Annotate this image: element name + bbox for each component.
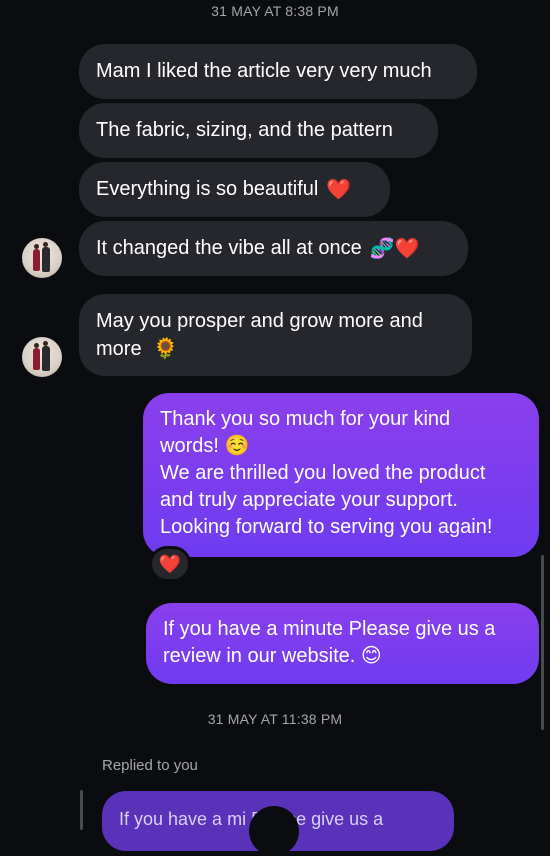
message-text-line: May you prosper and grow more and	[96, 310, 423, 332]
heart-emoji: ❤️	[326, 177, 352, 201]
timestamp: 31 MAY AT 8:38 PM	[211, 3, 339, 19]
incoming-message[interactable]: Mam I liked the article very very much	[79, 44, 477, 99]
sender-avatar[interactable]	[22, 337, 62, 377]
avatar-overlay	[249, 806, 299, 856]
dna-heart-emoji: 🧬❤️	[369, 236, 420, 260]
timestamp: 31 MAY AT 11:38 PM	[207, 711, 343, 727]
outgoing-message[interactable]: If you have a minute Please give us a re…	[146, 603, 539, 684]
outgoing-message[interactable]: Thank you so much for your kind words! ☺…	[143, 393, 539, 557]
message-text-line: If you have a minute Please give us a	[163, 618, 496, 640]
incoming-message[interactable]: The fabric, sizing, and the pattern	[79, 103, 438, 158]
sunflower-emoji: 🌻	[153, 336, 179, 360]
message-text: Mam I liked the article very very much	[96, 60, 432, 82]
scrollbar-thumb[interactable]	[541, 555, 544, 730]
heart-icon: ❤️	[158, 553, 182, 575]
incoming-message[interactable]: It changed the vibe all at once 🧬❤️	[79, 221, 468, 276]
incoming-message[interactable]: Everything is so beautiful ❤️	[79, 162, 390, 217]
message-text-line: Looking forward to serving you again!	[160, 516, 493, 538]
message-text-line: more	[96, 338, 142, 360]
replied-to-label: Replied to you	[102, 757, 198, 774]
message-text: The fabric, sizing, and the pattern	[96, 119, 393, 141]
heart-reaction[interactable]: ❤️	[149, 546, 191, 582]
sender-avatar[interactable]	[22, 238, 62, 278]
message-text-line: review in our website. 😊	[163, 645, 382, 667]
message-text-line: words! ☺️	[160, 435, 250, 457]
message-text-line: and truly appreciate your support.	[160, 489, 458, 511]
message-text: Everything is so beautiful	[96, 178, 319, 200]
message-text: It changed the vibe all at once	[96, 237, 362, 259]
incoming-message[interactable]: May you prosper and grow more and more 🌻	[79, 294, 472, 376]
reply-quote-bar	[80, 790, 83, 830]
message-text-line: We are thrilled you loved the product	[160, 462, 486, 484]
message-text-line: Thank you so much for your kind	[160, 408, 451, 430]
